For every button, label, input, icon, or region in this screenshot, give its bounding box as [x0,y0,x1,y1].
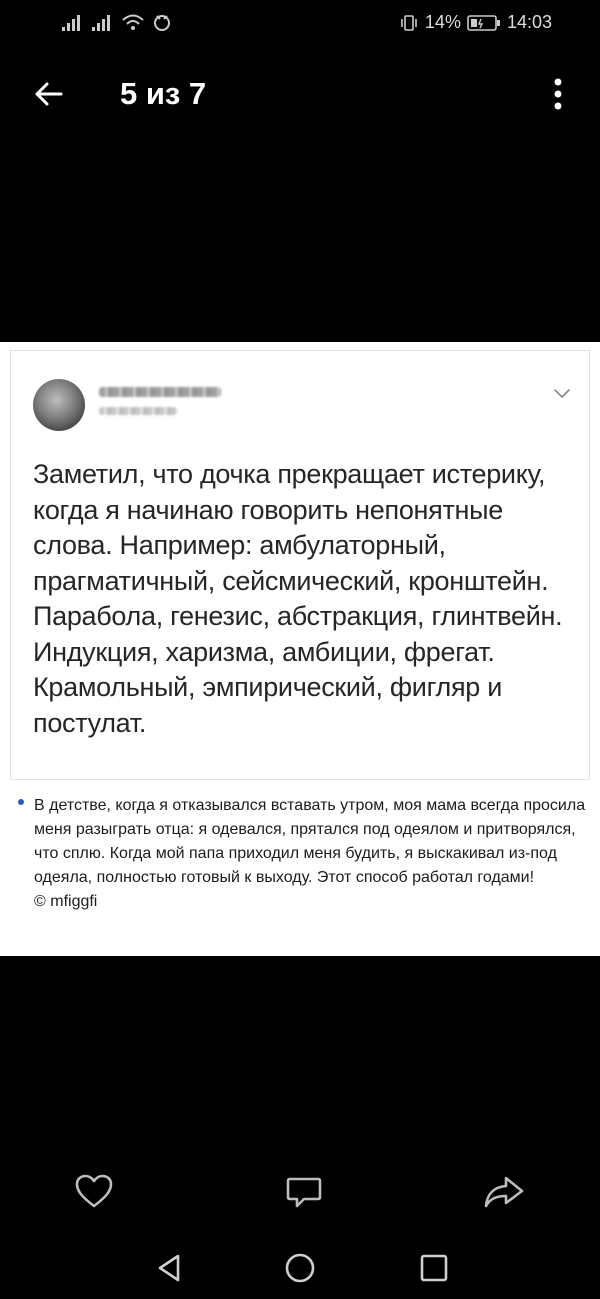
caption-credit: © mfiggfi [34,893,98,910]
arrow-left-icon [35,82,63,106]
blurred-username [99,387,221,397]
share-icon [484,1176,524,1208]
status-bar: 14% 14:03 [0,0,600,46]
post-image[interactable]: Заметил, что дочка прекращает истерику, … [0,342,600,956]
status-left-icons [62,12,172,32]
heart-icon [75,1174,113,1208]
share-button[interactable] [482,1170,526,1214]
nav-recents-button[interactable] [414,1248,454,1288]
tweet-text: Заметил, что дочка прекращает истерику, … [33,459,563,738]
caption-text: В детстве, когда я отказывался вставать … [34,797,586,886]
tweet-menu-button[interactable] [551,385,573,401]
blurred-handle [99,407,177,415]
action-bar [0,1170,600,1220]
nav-back-button[interactable] [150,1248,190,1288]
status-time: 14:03 [506,12,552,32]
more-vertical-icon [554,78,562,110]
vibrate-icon [401,14,417,31]
tweet-card: Заметил, что дочка прекращает истерику, … [10,350,590,780]
comment-icon [286,1177,322,1208]
status-right: 14% 14:03 [399,12,552,33]
battery-low-icon [467,14,500,31]
top-app-bar: 5 из 7 [0,60,600,130]
data-saver-icon [154,15,170,31]
chevron-down-icon [554,389,570,399]
nav-recents-icon [420,1254,448,1282]
signal-2-icon [92,15,110,31]
system-nav-bar [0,1240,600,1299]
caption-text-block: В детстве, когда я отказывался вставать … [34,794,590,914]
battery-percent: 14% [424,12,461,32]
more-options-button[interactable] [538,72,578,116]
signal-1-icon [62,15,80,31]
bullet-icon [18,799,24,805]
like-button[interactable] [72,1170,116,1214]
comment-button[interactable] [282,1170,326,1214]
nav-back-icon [158,1254,180,1282]
page-counter: 5 из 7 [120,76,207,111]
wifi-icon [122,14,144,30]
back-button[interactable] [28,74,68,114]
nav-home-button[interactable] [280,1248,320,1288]
avatar [33,379,85,431]
nav-home-icon [285,1253,315,1283]
